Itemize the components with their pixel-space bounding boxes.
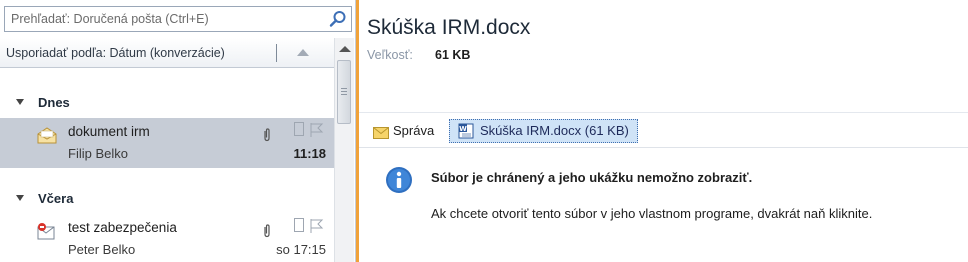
search-input[interactable] xyxy=(5,7,325,31)
svg-text:W: W xyxy=(459,125,467,133)
message-item[interactable]: dokument irm Filip Belko 11:18 xyxy=(0,118,334,168)
group-label: Dnes xyxy=(38,95,70,110)
message-subject: test zabezpečenia xyxy=(68,220,177,235)
group-header-today[interactable]: Dnes xyxy=(0,92,334,114)
category-icon[interactable] xyxy=(294,218,304,232)
attachment-icon xyxy=(264,224,270,238)
search-box[interactable] xyxy=(4,6,352,32)
scroll-up-icon[interactable] xyxy=(339,46,351,52)
page-title: Skúška IRM.docx xyxy=(367,16,531,39)
sort-order-icon[interactable] xyxy=(297,49,309,56)
search-icon[interactable] xyxy=(329,10,347,28)
group-header-yesterday[interactable]: Včera xyxy=(0,188,334,210)
word-document-icon: W xyxy=(458,123,474,139)
reading-pane: Skúška IRM.docx Veľkosť: 61 KB Správa W … xyxy=(359,0,968,262)
tab-message-label: Správa xyxy=(393,123,435,138)
attachment-bar: Správa W Skúška IRM.docx (61 KB) xyxy=(359,112,968,148)
collapse-icon[interactable] xyxy=(16,99,24,105)
message-sender: Peter Belko xyxy=(68,242,136,257)
preview-error-title: Súbor je chránený a jeho ukážku nemožno … xyxy=(431,170,753,185)
scrollbar-thumb[interactable] xyxy=(337,60,351,124)
vertical-scrollbar[interactable] xyxy=(334,38,354,262)
flag-icon[interactable] xyxy=(308,122,324,138)
preview-error-hint: Ak chcete otvoriť tento súbor v jeho vla… xyxy=(431,206,873,221)
message-subject: dokument irm xyxy=(68,124,150,139)
protected-mail-icon xyxy=(37,223,55,240)
text-cursor xyxy=(276,44,277,62)
envelope-icon xyxy=(373,127,389,139)
collapse-icon[interactable] xyxy=(16,195,24,201)
attachment-icon xyxy=(264,128,270,142)
category-icon[interactable] xyxy=(294,122,304,136)
arrange-by-label: Usporiadať podľa: Dátum (konverzácie) xyxy=(6,46,225,60)
open-envelope-icon xyxy=(37,127,57,144)
arrange-by-header[interactable]: Usporiadať podľa: Dátum (konverzácie) xyxy=(0,38,334,68)
tab-attachment-label: Skúška IRM.docx (61 KB) xyxy=(480,123,629,138)
message-list-pane: Usporiadať podľa: Dátum (konverzácie) Dn… xyxy=(0,0,356,262)
message-sender: Filip Belko xyxy=(68,146,128,161)
flag-icon[interactable] xyxy=(308,218,324,234)
group-label: Včera xyxy=(38,191,74,206)
info-icon xyxy=(386,167,412,193)
size-label: Veľkosť: xyxy=(367,48,413,62)
message-time: so 17:15 xyxy=(276,242,326,257)
tab-message[interactable]: Správa xyxy=(369,119,438,143)
size-value: 61 KB xyxy=(435,48,471,62)
tab-attachment[interactable]: W Skúška IRM.docx (61 KB) xyxy=(449,119,638,143)
message-item[interactable]: test zabezpečenia Peter Belko so 17:15 xyxy=(0,214,334,262)
message-time: 11:18 xyxy=(293,146,326,161)
